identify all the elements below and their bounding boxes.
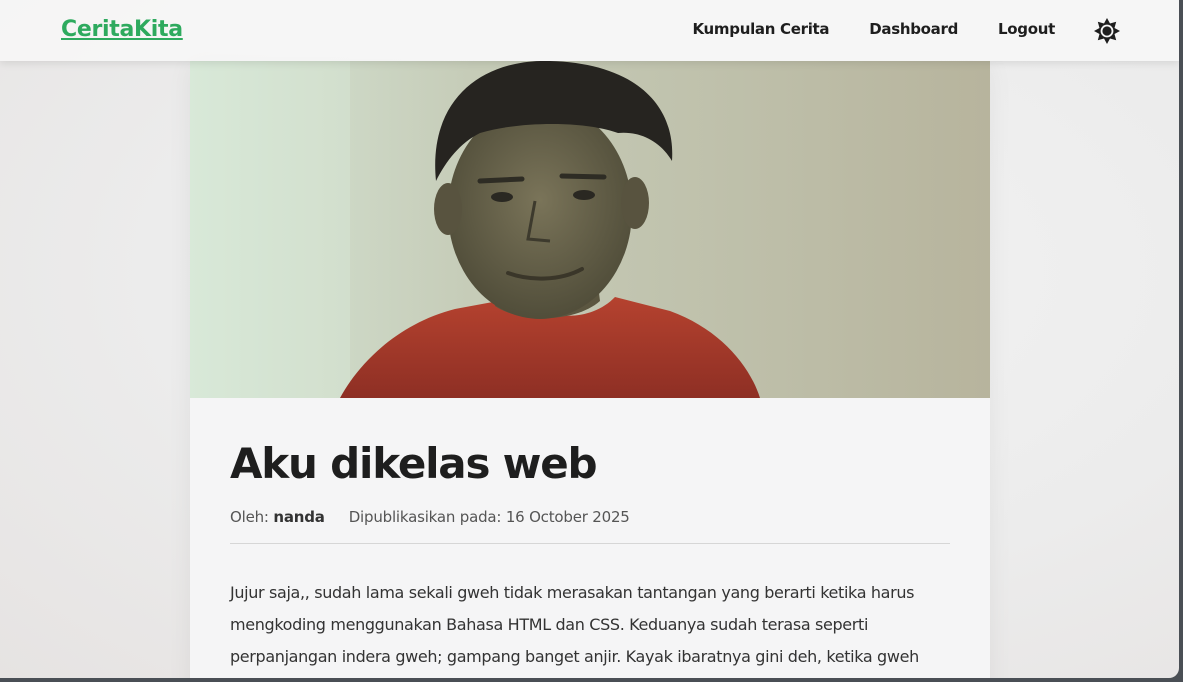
browser-viewport: CeritaKita Kumpulan Cerita Dashboard Log… xyxy=(0,0,1179,678)
author-info: Oleh: nanda xyxy=(230,508,325,526)
publish-date: Dipublikasikan pada: 16 October 2025 xyxy=(348,508,630,526)
brand-logo[interactable]: CeritaKita xyxy=(61,17,183,42)
author-label: Oleh: xyxy=(230,508,269,526)
story-title: Aku dikelas web xyxy=(230,439,598,488)
story-body: Jujur saja,, sudah lama sekali gweh tida… xyxy=(230,583,919,666)
story-meta: Oleh: nanda Dipublikasikan pada: 16 Octo… xyxy=(230,508,630,526)
cover-photo xyxy=(190,61,990,398)
divider xyxy=(230,543,950,544)
nav-links: Kumpulan Cerita Dashboard Logout xyxy=(692,20,1055,38)
story-card: Aku dikelas web Oleh: nanda Dipublikasik… xyxy=(190,61,990,678)
author-name: nanda xyxy=(273,508,325,526)
navbar: CeritaKita Kumpulan Cerita Dashboard Log… xyxy=(0,0,1179,61)
nav-kumpulan-cerita[interactable]: Kumpulan Cerita xyxy=(692,20,829,38)
sun-icon xyxy=(1094,18,1120,44)
theme-toggle-button[interactable] xyxy=(1093,17,1121,45)
nav-logout[interactable]: Logout xyxy=(998,20,1055,38)
story-cover-image xyxy=(190,61,990,398)
nav-dashboard[interactable]: Dashboard xyxy=(869,20,958,38)
